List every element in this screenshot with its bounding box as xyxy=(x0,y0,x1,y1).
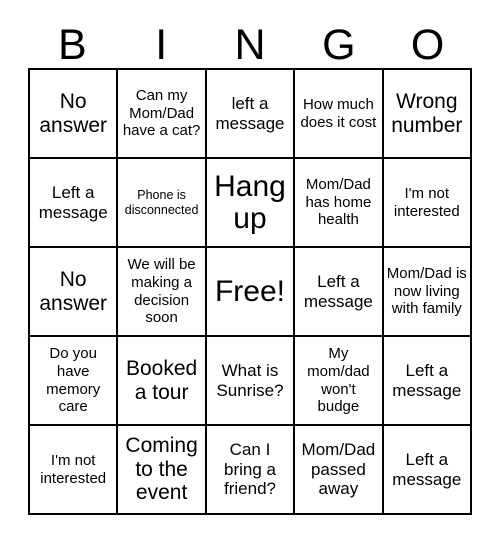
header-letter-g: G xyxy=(322,21,356,69)
bingo-cell-text: Booked a tour xyxy=(125,356,198,404)
bingo-cell-text: left a message xyxy=(215,93,285,133)
bingo-cell-text: I'm not interested xyxy=(393,184,460,220)
bingo-grid: No answer Can my Mom/Dad have a cat? lef… xyxy=(28,68,472,515)
bingo-card: B I N G O No answer Can my Mom/Dad have … xyxy=(0,0,500,544)
bingo-cell-text: Left a message xyxy=(392,449,462,489)
bingo-cell-r2c4[interactable]: Mom/Dad has home health xyxy=(295,159,384,248)
bingo-cell-text: Left a message xyxy=(38,182,108,222)
bingo-cell-text: Phone is disconnected xyxy=(124,187,199,217)
bingo-cell-r2c1[interactable]: Left a message xyxy=(30,159,119,248)
bingo-cell-r5c2[interactable]: Coming to the event xyxy=(118,426,207,515)
bingo-cell-r3c5[interactable]: Mom/Dad is now living with family xyxy=(383,248,472,337)
bingo-cell-r1c2[interactable]: Can my Mom/Dad have a cat? xyxy=(118,70,207,159)
bingo-cell-r1c4[interactable]: How much does it cost xyxy=(295,70,384,159)
bingo-cell-text: Can I bring a friend? xyxy=(224,439,276,499)
bingo-cell-r3c1[interactable]: No answer xyxy=(30,248,119,337)
bingo-cell-text: No answer xyxy=(39,89,108,137)
bingo-cell-text: No answer xyxy=(39,267,108,315)
bingo-cell-r1c3[interactable]: left a message xyxy=(206,70,296,159)
bingo-cell-text: Do you have memory care xyxy=(46,345,101,416)
bingo-cell-text: Can my Mom/Dad have a cat? xyxy=(122,86,201,140)
bingo-cell-r2c5[interactable]: I'm not interested xyxy=(383,159,472,248)
bingo-cell-text: Mom/Dad passed away xyxy=(301,439,376,499)
bingo-cell-r4c3[interactable]: What is Sunrise? xyxy=(206,337,296,426)
bingo-cell-r4c5[interactable]: Left a message xyxy=(383,337,472,426)
bingo-cell-r1c5[interactable]: Wrong number xyxy=(383,70,472,159)
bingo-cell-text: What is Sunrise? xyxy=(216,360,284,400)
bingo-cell-r5c1[interactable]: I'm not interested xyxy=(30,426,119,515)
bingo-cell-r1c1[interactable]: No answer xyxy=(30,70,119,159)
header-letter-b: B xyxy=(58,21,87,69)
bingo-cell-r4c4[interactable]: My mom/dad won't budge xyxy=(295,337,384,426)
bingo-cell-text: Hang up xyxy=(214,169,286,235)
bingo-cell-text: We will be making a decision soon xyxy=(127,256,196,327)
bingo-cell-r5c3[interactable]: Can I bring a friend? xyxy=(206,426,296,515)
bingo-cell-text: Left a message xyxy=(303,271,373,311)
bingo-cell-r5c4[interactable]: Mom/Dad passed away xyxy=(295,426,384,515)
bingo-cell-r2c2[interactable]: Phone is disconnected xyxy=(118,159,207,248)
bingo-cell-text: Wrong number xyxy=(391,89,463,137)
bingo-cell-text: Coming to the event xyxy=(125,433,198,505)
bingo-cell-r2c3[interactable]: Hang up xyxy=(206,159,296,248)
bingo-cell-text: Mom/Dad is now living with family xyxy=(386,264,467,318)
header-letter-n: N xyxy=(234,21,266,69)
header-letter-i: I xyxy=(155,21,168,69)
bingo-header: B I N G O xyxy=(28,14,472,68)
bingo-cell-text: I'm not interested xyxy=(40,451,107,487)
bingo-cell-free-space[interactable]: Free! xyxy=(206,248,296,337)
bingo-cell-text: Left a message xyxy=(392,360,462,400)
bingo-cell-r4c2[interactable]: Booked a tour xyxy=(118,337,207,426)
bingo-cell-r3c2[interactable]: We will be making a decision soon xyxy=(118,248,207,337)
bingo-cell-r3c4[interactable]: Left a message xyxy=(295,248,384,337)
bingo-cell-text: How much does it cost xyxy=(300,95,377,131)
header-letter-o: O xyxy=(410,21,445,69)
bingo-cell-text: Mom/Dad has home health xyxy=(305,175,372,229)
bingo-cell-r4c1[interactable]: Do you have memory care xyxy=(30,337,119,426)
bingo-cell-text: My mom/dad won't budge xyxy=(307,345,370,416)
bingo-cell-r5c5[interactable]: Left a message xyxy=(383,426,472,515)
bingo-cell-text: Free! xyxy=(214,274,285,308)
